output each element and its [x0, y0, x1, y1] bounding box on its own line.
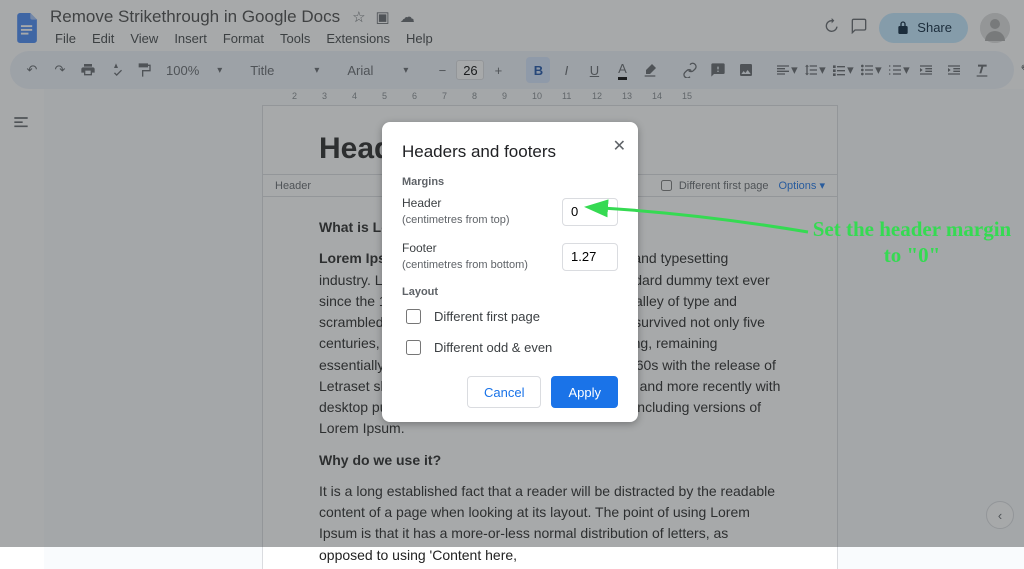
margins-section-label: Margins [402, 176, 618, 188]
footer-margin-label: Footer(centimetres from bottom) [402, 241, 528, 272]
layout-section-label: Layout [402, 286, 618, 298]
different-odd-even-checkbox[interactable]: Different odd & even [402, 337, 618, 358]
apply-button[interactable]: Apply [551, 376, 618, 408]
headers-footers-dialog: ✕ Headers and footers Margins Header(cen… [382, 122, 638, 422]
header-margin-input[interactable] [562, 198, 618, 226]
footer-margin-input[interactable] [562, 243, 618, 271]
close-icon[interactable]: ✕ [613, 136, 626, 156]
header-margin-label: Header(centimetres from top) [402, 196, 510, 227]
different-first-page-checkbox[interactable]: Different first page [402, 306, 618, 327]
cancel-button[interactable]: Cancel [467, 376, 541, 408]
annotation-text: Set the header margin to "0" [812, 216, 1012, 269]
dialog-title: Headers and footers [402, 142, 618, 162]
